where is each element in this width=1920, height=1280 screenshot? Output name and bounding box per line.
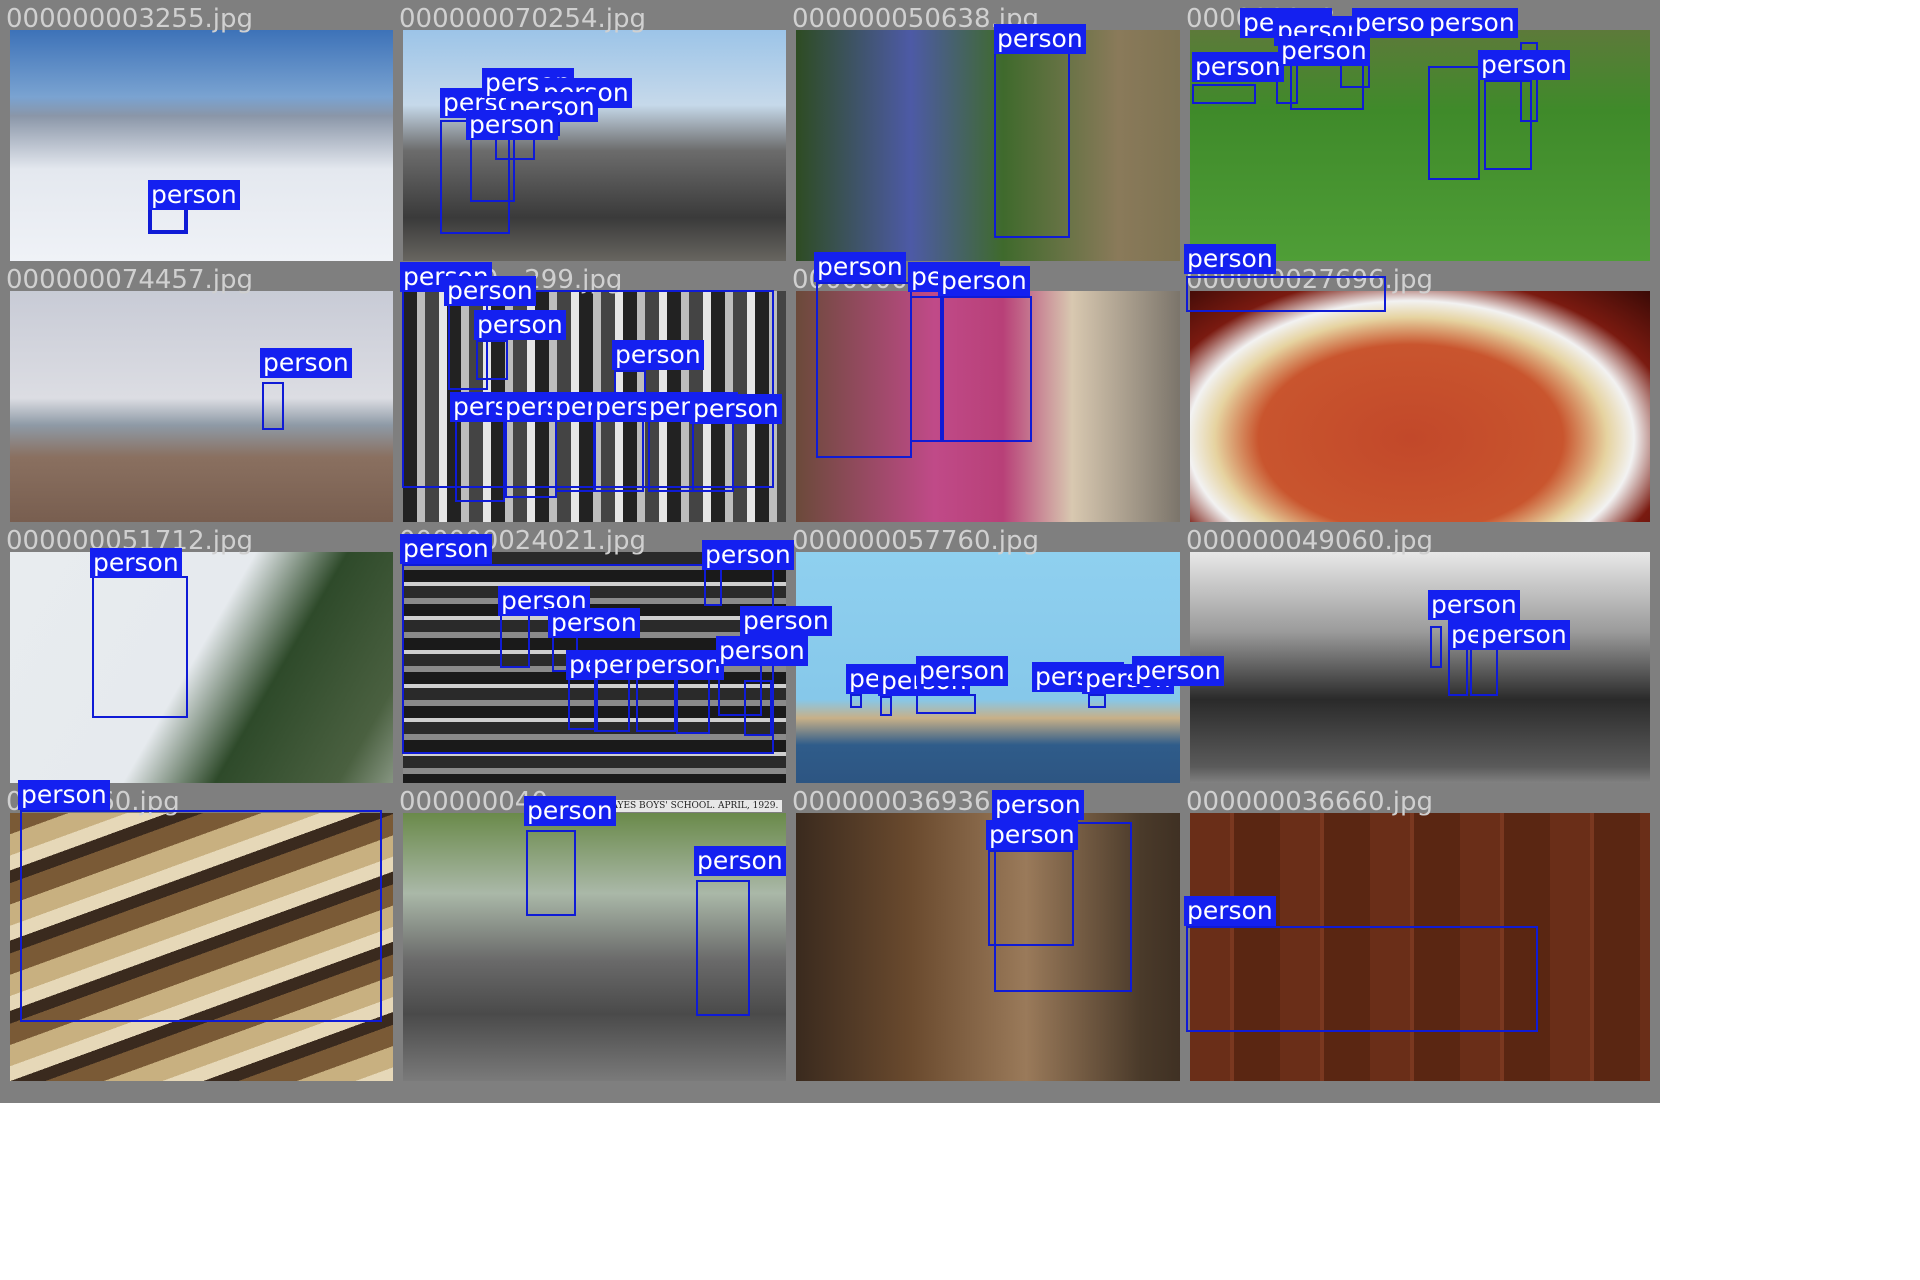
- detection-label: person: [524, 796, 616, 826]
- detection-box: [594, 676, 630, 732]
- detection-box: [1186, 926, 1538, 1032]
- filename-label: 000000057760.jpg: [792, 526, 1039, 556]
- detection-label: person: [612, 340, 704, 370]
- detection-label: person: [148, 180, 240, 210]
- detection-label: person: [260, 348, 352, 378]
- detection-label: person: [1428, 590, 1520, 620]
- detection-box: [92, 576, 188, 718]
- mosaic-grid: 000000003255.jpgpersonperson000000070254…: [0, 0, 1920, 1280]
- detection-label: person: [90, 548, 182, 578]
- detection-box: [1428, 66, 1480, 180]
- detection-label: person: [992, 790, 1084, 820]
- detection-label: person: [1478, 50, 1570, 80]
- filename-label: 000000049060.jpg: [1186, 526, 1433, 556]
- detection-box: [476, 340, 508, 380]
- detection-box: [910, 296, 944, 442]
- detection-box: [505, 420, 557, 498]
- detection-label: person: [444, 276, 536, 306]
- detection-box: [940, 296, 1032, 442]
- photo-thumbnail: [1190, 552, 1650, 820]
- detection-box: [988, 850, 1074, 946]
- detection-label: person: [986, 820, 1078, 850]
- detection-label: person: [814, 252, 906, 282]
- detection-label: person: [1278, 36, 1370, 66]
- filename-label: 000000074457.jpg: [6, 265, 253, 295]
- detection-label: person: [1132, 656, 1224, 686]
- detection-box: [1186, 276, 1386, 312]
- detection-box: [692, 420, 734, 492]
- detection-label: person: [1192, 52, 1284, 82]
- detection-box: [648, 420, 694, 492]
- detection-box: [526, 830, 576, 916]
- detection-label: person: [716, 636, 808, 666]
- photo-thumbnail: [1190, 291, 1650, 559]
- filename-label: 000000070254.jpg: [399, 4, 646, 34]
- detection-label: person: [1426, 8, 1518, 38]
- detection-label: person: [1478, 620, 1570, 650]
- detection-box: [994, 52, 1070, 238]
- detection-label: person: [916, 656, 1008, 686]
- detection-box: [1192, 84, 1256, 104]
- detection-label: person: [1184, 244, 1276, 274]
- detection-box: [455, 420, 505, 502]
- detection-box: [20, 810, 382, 1022]
- detection-label: person: [740, 606, 832, 636]
- detection-label: person: [474, 310, 566, 340]
- detection-box: [916, 694, 976, 714]
- detection-label: person: [938, 266, 1030, 296]
- detection-box: [636, 676, 676, 732]
- detection-label: person: [702, 540, 794, 570]
- detection-label: person: [1184, 896, 1276, 926]
- detection-box: [850, 694, 862, 708]
- detection-box: [696, 880, 750, 1016]
- detection-box: [880, 696, 892, 716]
- detection-box: [1430, 626, 1442, 668]
- detection-box: [1088, 694, 1106, 708]
- detection-label: person: [466, 110, 558, 140]
- detection-label: person: [994, 24, 1086, 54]
- detection-box: [704, 566, 722, 606]
- detection-label: person: [400, 534, 492, 564]
- detection-label: person: [632, 650, 724, 680]
- detection-box: [262, 382, 284, 430]
- detection-box: [594, 420, 644, 492]
- filename-label: 000000003255.jpg: [6, 4, 253, 34]
- detection-box: [816, 282, 912, 458]
- detection-box: [676, 676, 710, 734]
- filename-label: 000000036660.jpg: [1186, 787, 1433, 817]
- detection-box: [555, 420, 595, 492]
- detection-label: person: [690, 394, 782, 424]
- detection-label: person: [548, 608, 640, 638]
- detection-label: person: [18, 780, 110, 810]
- detection-label: person: [694, 846, 786, 876]
- detection-box: [500, 614, 530, 668]
